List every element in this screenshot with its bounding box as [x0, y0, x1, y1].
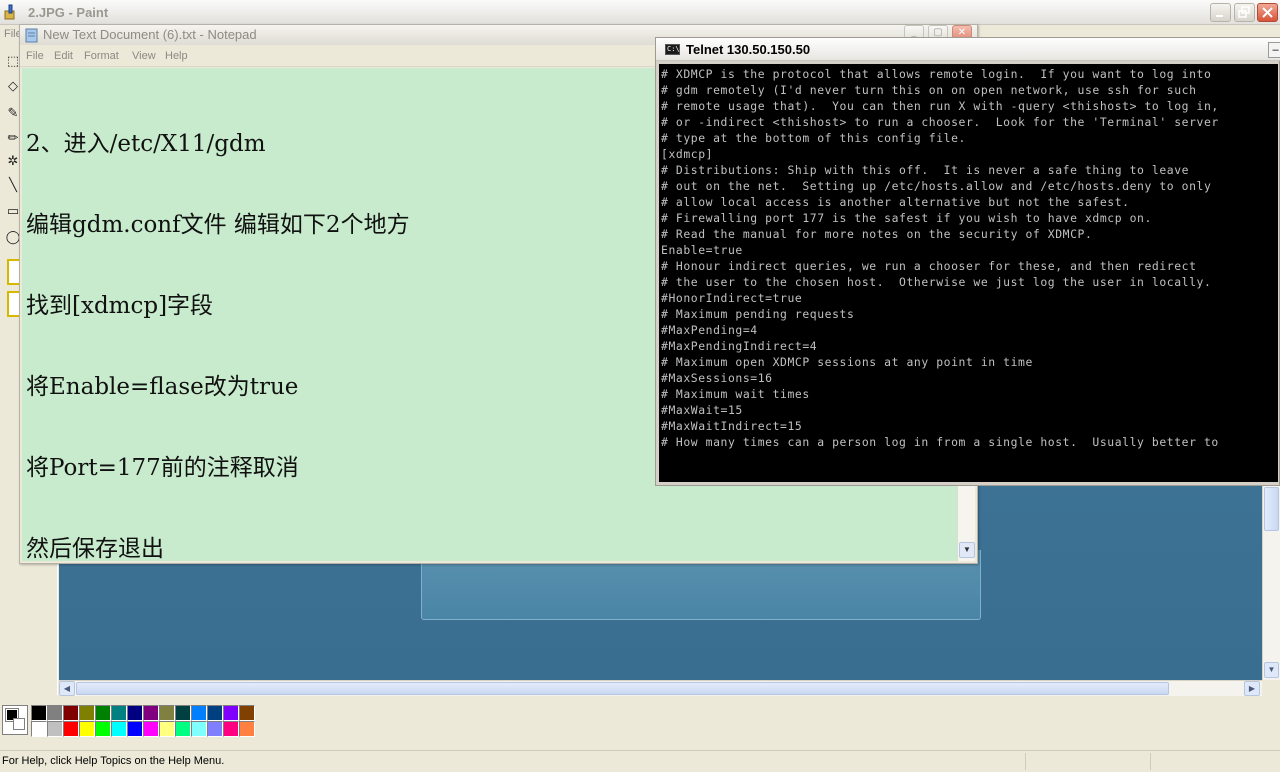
terminal-line: Enable=true — [661, 243, 743, 257]
palette-swatch[interactable] — [63, 721, 79, 737]
paint-horizontal-scrollbar[interactable]: ◀ ▶ — [59, 680, 1262, 696]
restore-icon — [1238, 6, 1250, 18]
terminal-line: # Maximum pending requests — [661, 307, 855, 321]
palette-swatch[interactable] — [143, 705, 159, 721]
text-line: 然后保存退出 — [26, 536, 164, 561]
palette-swatch[interactable] — [79, 705, 95, 721]
palette-swatch[interactable] — [95, 721, 111, 737]
notepad-menu-view[interactable]: View — [132, 50, 156, 62]
text-line: 将Port=177前的注释取消 — [26, 455, 299, 481]
terminal-line: # remote usage that). You can then run X… — [661, 99, 1219, 113]
palette-swatch[interactable] — [31, 705, 47, 721]
text-line: 编辑gdm.conf文件 编辑如下2个地方 — [26, 212, 410, 238]
terminal-line: [xdmcp] — [661, 147, 714, 161]
terminal-line: # Distributions: Ship with this off. It … — [661, 163, 1190, 177]
terminal-line: #MaxWait=15 — [661, 403, 743, 417]
palette-swatch[interactable] — [223, 705, 239, 721]
terminal-line: # Firewalling port 177 is the safest if … — [661, 211, 1152, 225]
terminal-line: # type at the bottom of this config file… — [661, 131, 966, 145]
console-app-icon[interactable]: C:\ — [665, 44, 680, 55]
terminal-line: # out on the net. Setting up /etc/hosts.… — [661, 179, 1212, 193]
terminal-line: # the user to the chosen host. Otherwise… — [661, 275, 1212, 289]
paint-window-title: 2.JPG - Paint — [28, 5, 109, 20]
paint-titlebar[interactable]: 2.JPG - Paint — [0, 0, 1280, 25]
terminal-line: # Maximum open XDMCP sessions at any poi… — [661, 355, 1033, 369]
paint-vertical-scrollbar[interactable]: ▼ — [1262, 485, 1280, 680]
text-line: 找到[xdmcp]字段 — [26, 293, 214, 319]
palette-swatch[interactable] — [95, 705, 111, 721]
scroll-down-arrow-icon[interactable]: ▼ — [1264, 662, 1279, 678]
terminal-line: # gdm remotely (I'd never turn this on o… — [661, 83, 1197, 97]
terminal-line: # How many times can a person log in fro… — [661, 435, 1219, 449]
color-palette — [0, 700, 260, 740]
terminal-line: # Read the manual for more notes on the … — [661, 227, 1093, 241]
terminal-line: #MaxWaitIndirect=15 — [661, 419, 803, 433]
terminal-line: # Maximum wait times — [661, 387, 810, 401]
notepad-menu-file[interactable]: File — [26, 50, 44, 62]
notepad-menu-format[interactable]: Format — [84, 50, 119, 62]
notepad-menu-help[interactable]: Help — [165, 50, 188, 62]
close-icon — [1262, 7, 1273, 18]
paint-close-button[interactable] — [1257, 3, 1278, 22]
scroll-down-arrow-icon[interactable]: ▼ — [959, 542, 975, 558]
text-line: 2、进入/etc/X11/gdm — [26, 131, 266, 157]
notepad-app-icon[interactable] — [24, 27, 40, 43]
terminal-line: #MaxSessions=16 — [661, 371, 773, 385]
paint-statusbar: For Help, click Help Topics on the Help … — [0, 750, 1280, 772]
terminal-line: #MaxPendingIndirect=4 — [661, 339, 818, 353]
telnet-window: C:\ Telnet 130.50.150.50 – # XDMCP is th… — [655, 37, 1280, 486]
palette-swatch[interactable] — [207, 705, 223, 721]
palette-swatch[interactable] — [47, 705, 63, 721]
scroll-left-arrow-icon[interactable]: ◀ — [59, 681, 75, 696]
palette-swatch[interactable] — [63, 705, 79, 721]
current-colors — [2, 705, 28, 735]
palette-swatch[interactable] — [223, 721, 239, 737]
telnet-window-title: Telnet 130.50.150.50 — [686, 42, 811, 57]
telnet-minimize-button[interactable]: – — [1268, 42, 1280, 58]
minimize-icon — [1216, 15, 1223, 17]
notepad-menu-edit[interactable]: Edit — [54, 50, 73, 62]
palette-swatch[interactable] — [175, 721, 191, 737]
notepad-window-title: New Text Document (6).txt - Notepad — [43, 27, 257, 42]
palette-swatches — [31, 705, 255, 737]
palette-swatch[interactable] — [159, 705, 175, 721]
status-pane-size — [1150, 753, 1151, 770]
palette-swatch[interactable] — [111, 721, 127, 737]
palette-swatch[interactable] — [159, 721, 175, 737]
palette-swatch[interactable] — [191, 705, 207, 721]
paint-restore-button[interactable] — [1234, 3, 1255, 22]
palette-swatch[interactable] — [111, 705, 127, 721]
palette-swatch[interactable] — [239, 721, 255, 737]
palette-swatch[interactable] — [31, 721, 47, 737]
palette-swatch[interactable] — [207, 721, 223, 737]
telnet-terminal-output[interactable]: # XDMCP is the protocol that allows remo… — [659, 64, 1278, 482]
paint-minimize-button[interactable] — [1210, 3, 1231, 22]
terminal-line: #MaxPending=4 — [661, 323, 758, 337]
text-line: 将Enable=flase改为true — [26, 374, 299, 400]
palette-swatch[interactable] — [79, 721, 95, 737]
palette-swatch[interactable] — [143, 721, 159, 737]
paint-menubar: File — [0, 25, 22, 45]
telnet-titlebar[interactable]: C:\ Telnet 130.50.150.50 – — [656, 38, 1280, 61]
paint-app-icon[interactable] — [3, 4, 19, 20]
minimize-icon: – — [1272, 44, 1279, 56]
palette-swatch[interactable] — [191, 721, 207, 737]
terminal-line: # XDMCP is the protocol that allows remo… — [661, 67, 1212, 81]
terminal-line: # Honour indirect queries, we run a choo… — [661, 259, 1197, 273]
palette-swatch[interactable] — [47, 721, 63, 737]
palette-swatch[interactable] — [127, 705, 143, 721]
terminal-line: # or -indirect <thishost> to run a choos… — [661, 115, 1219, 129]
terminal-line: #HonorIndirect=true — [661, 291, 803, 305]
background-color — [13, 718, 25, 730]
scroll-right-arrow-icon[interactable]: ▶ — [1244, 681, 1260, 696]
palette-swatch[interactable] — [175, 705, 191, 721]
status-text: For Help, click Help Topics on the Help … — [2, 755, 225, 767]
status-pane-coords — [1025, 753, 1026, 770]
palette-swatch[interactable] — [239, 705, 255, 721]
paint-vertical-scroll-thumb[interactable] — [1264, 487, 1279, 531]
paint-horizontal-scroll-thumb[interactable] — [76, 682, 1169, 695]
terminal-line: # allow local access is another alternat… — [661, 195, 1130, 209]
palette-swatch[interactable] — [127, 721, 143, 737]
